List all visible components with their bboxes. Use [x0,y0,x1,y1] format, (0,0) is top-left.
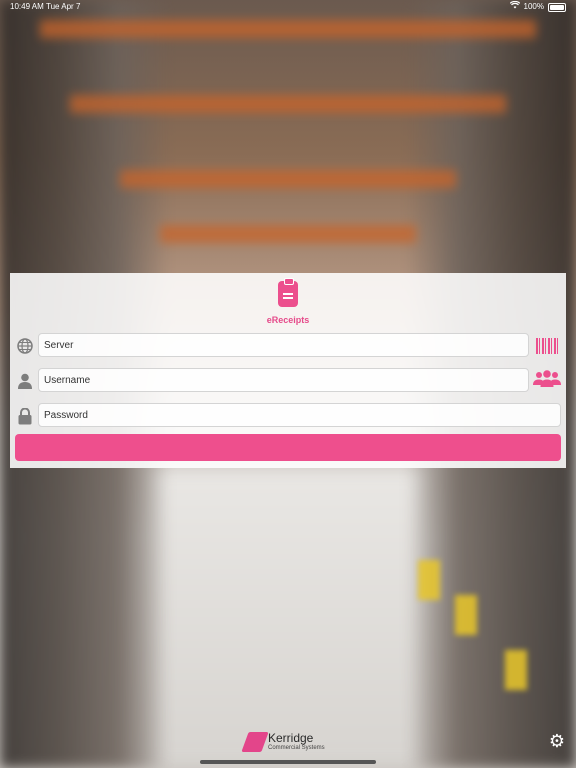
status-bar: 10:49 AM Tue Apr 7 100% [0,0,576,14]
username-input[interactable] [38,368,529,392]
home-indicator[interactable] [200,760,376,764]
clipboard-icon [278,278,298,307]
settings-button[interactable]: ⚙ [548,732,566,750]
barcode-icon [536,338,558,354]
select-user-button[interactable] [533,368,561,394]
background-post [455,595,477,635]
background-post [418,560,440,600]
status-date: Tue Apr 7 [46,2,81,11]
background-beam [160,225,416,243]
password-input[interactable] [38,403,561,427]
status-right: 100% [509,0,566,14]
password-row [15,403,561,429]
background-post [505,650,527,690]
login-card: eReceipts [10,273,566,468]
users-group-icon [533,369,561,393]
brand-name: Kerridge [268,731,314,745]
login-button[interactable] [15,434,561,461]
user-icon [15,368,35,394]
background-floor [150,470,426,768]
server-row [15,333,561,359]
kerridge-logo-icon [241,732,269,752]
scan-barcode-button[interactable] [533,333,561,359]
globe-icon [15,333,35,359]
brand-logo: Kerridge Commercial Systems [241,732,325,752]
username-row [15,368,561,394]
app-name: eReceipts [266,315,310,325]
battery-icon [548,2,566,12]
app-logo: eReceipts [10,278,566,325]
background-beam [70,95,506,113]
gear-icon: ⚙ [548,731,566,751]
lock-icon [15,403,35,429]
brand-subtitle: Commercial Systems [268,745,325,751]
server-input[interactable] [38,333,529,357]
brand-text: Kerridge Commercial Systems [268,732,325,752]
background-beam [120,170,456,188]
status-time: 10:49 AM [10,2,44,11]
battery-percent: 100% [523,2,544,11]
wifi-icon [509,0,520,14]
login-screen: 10:49 AM Tue Apr 7 100% eReceipts Server… [0,0,576,768]
background-beam [40,20,536,38]
